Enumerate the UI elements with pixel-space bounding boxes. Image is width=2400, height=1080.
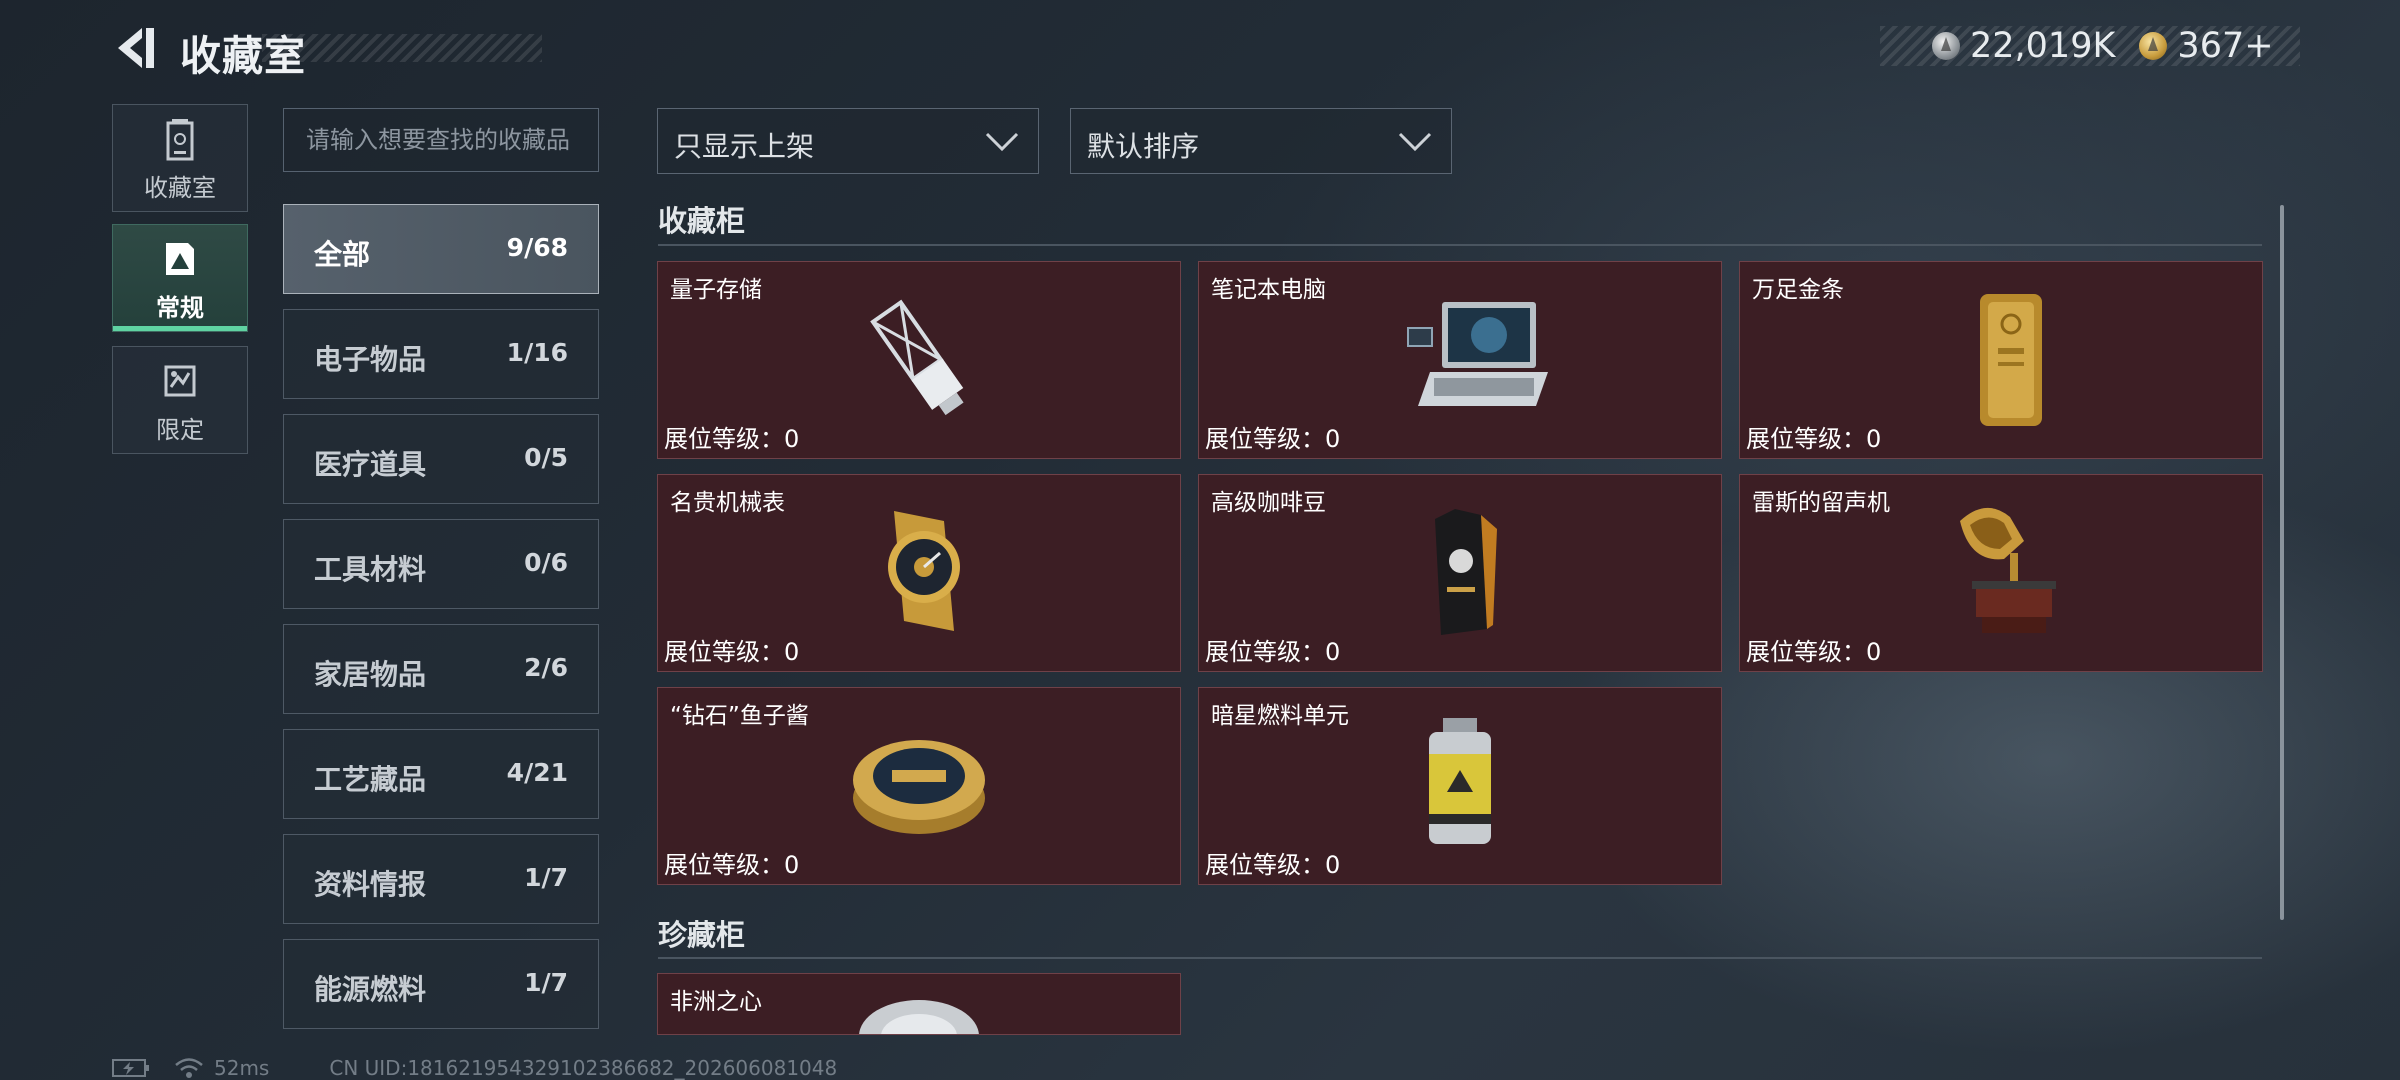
display-level: 展位等级：0 bbox=[664, 425, 800, 453]
category-count: 0/5 bbox=[524, 443, 568, 472]
category-intel[interactable]: 资料情报 1/7 bbox=[283, 834, 599, 924]
battery-icon bbox=[112, 1059, 149, 1077]
category-name: 电子物品 bbox=[314, 343, 427, 376]
laptop-icon bbox=[1407, 302, 1548, 406]
limited-icon bbox=[164, 365, 196, 397]
category-tools[interactable]: 工具材料 0/6 bbox=[283, 519, 599, 609]
section-divider bbox=[658, 244, 2262, 246]
collectible-card[interactable]: 量子存储 展位等级：0 bbox=[657, 261, 1181, 459]
item-name: 名贵机械表 bbox=[670, 490, 785, 516]
silver-coin-icon bbox=[1932, 32, 1960, 60]
collectible-card[interactable]: 雷斯的留声机 展位等级：0 bbox=[1739, 474, 2263, 672]
category-name: 医疗道具 bbox=[314, 448, 427, 481]
display-level: 展位等级：0 bbox=[664, 851, 800, 879]
section-title-cabinet: 收藏柜 bbox=[658, 204, 746, 238]
category-name: 工艺藏品 bbox=[314, 763, 427, 796]
collectible-card[interactable]: 高级咖啡豆 展位等级：0 bbox=[1198, 474, 1722, 672]
item-name: 笔记本电脑 bbox=[1211, 277, 1326, 303]
watch-icon bbox=[888, 511, 960, 631]
chevron-down-icon bbox=[985, 132, 1019, 152]
nav-vault-label: 收藏室 bbox=[144, 174, 216, 202]
collectible-card[interactable]: 暗星燃料单元 展位等级：0 bbox=[1198, 687, 1722, 885]
gold-currency-value[interactable]: 367+ bbox=[2177, 26, 2273, 66]
section-divider bbox=[658, 957, 2262, 959]
category-crafts[interactable]: 工艺藏品 4/21 bbox=[283, 729, 599, 819]
category-count: 1/7 bbox=[524, 968, 568, 997]
display-level: 展位等级：0 bbox=[664, 638, 800, 666]
category-count: 9/68 bbox=[506, 233, 568, 262]
item-name: 暗星燃料单元 bbox=[1211, 703, 1349, 729]
category-name: 能源燃料 bbox=[314, 973, 427, 1006]
item-name: 量子存储 bbox=[670, 277, 762, 303]
nav-regular[interactable]: 常规 bbox=[112, 224, 248, 332]
display-level: 展位等级：0 bbox=[1746, 425, 1882, 453]
collectible-card[interactable]: 名贵机械表 展位等级：0 bbox=[657, 474, 1181, 672]
page-title: 收藏室 bbox=[180, 32, 306, 80]
filter-dropdown[interactable]: 只显示上架 bbox=[657, 108, 1039, 174]
currency-bar: 22,019K 367+ bbox=[1880, 26, 2300, 66]
sort-dropdown[interactable]: 默认排序 bbox=[1070, 108, 1452, 174]
chevron-down-icon bbox=[1398, 132, 1432, 152]
picture-icon bbox=[166, 243, 194, 275]
status-footer: 52ms CN UID:1816219543291023866​82_20260… bbox=[112, 1056, 837, 1080]
ping-text: 52ms bbox=[214, 1056, 270, 1080]
back-arrow-icon[interactable] bbox=[112, 24, 158, 72]
scrollbar[interactable] bbox=[2280, 205, 2284, 920]
nav-regular-label: 常规 bbox=[156, 294, 204, 322]
search-input[interactable] bbox=[283, 108, 599, 172]
category-all[interactable]: 全部 9/68 bbox=[283, 204, 599, 294]
wifi-icon bbox=[175, 1058, 203, 1078]
category-count: 4/21 bbox=[506, 758, 568, 787]
collectible-card[interactable]: 非洲之心 bbox=[657, 973, 1181, 1035]
category-name: 全部 bbox=[314, 238, 371, 271]
category-medical[interactable]: 医疗道具 0/5 bbox=[283, 414, 599, 504]
display-level: 展位等级：0 bbox=[1205, 851, 1341, 879]
coffee-bag-icon bbox=[1435, 509, 1497, 635]
vault-icon bbox=[166, 119, 194, 161]
item-name: 万足金条 bbox=[1752, 277, 1844, 303]
active-indicator bbox=[113, 326, 247, 331]
section-title-treasure: 珍藏柜 bbox=[658, 918, 746, 952]
filter-dropdown-value: 只显示上架 bbox=[674, 130, 815, 163]
item-name: 高级咖啡豆 bbox=[1211, 490, 1326, 516]
display-level: 展位等级：0 bbox=[1205, 425, 1341, 453]
uid-text: CN UID:1816219543291023866​82_2026060810… bbox=[329, 1056, 838, 1080]
item-name: “钻石”鱼子酱 bbox=[670, 703, 809, 729]
category-count: 1/7 bbox=[524, 863, 568, 892]
category-name: 工具材料 bbox=[314, 553, 427, 586]
collectible-card[interactable]: 万足金条 展位等级：0 bbox=[1739, 261, 2263, 459]
category-energy[interactable]: 能源燃料 1/7 bbox=[283, 939, 599, 1029]
usb-drive-icon bbox=[870, 299, 964, 416]
nav-vault[interactable]: 收藏室 bbox=[112, 104, 248, 212]
category-count: 1/16 bbox=[506, 338, 568, 367]
fuel-cell-icon bbox=[1429, 718, 1491, 844]
nav-limited[interactable]: 限定 bbox=[112, 346, 248, 454]
display-level: 展位等级：0 bbox=[1205, 638, 1341, 666]
nav-limited-label: 限定 bbox=[156, 416, 204, 444]
collectible-card[interactable]: 笔记本电脑 展位等级：0 bbox=[1198, 261, 1722, 459]
display-level: 展位等级：0 bbox=[1746, 638, 1882, 666]
gold-bar-icon bbox=[1980, 294, 2042, 426]
category-name: 家居物品 bbox=[314, 658, 427, 691]
caviar-tin-icon bbox=[853, 740, 985, 834]
gramophone-icon bbox=[1960, 507, 2056, 633]
silver-currency-value: 22,019K bbox=[1970, 26, 2116, 66]
category-household[interactable]: 家居物品 2/6 bbox=[283, 624, 599, 714]
category-count: 2/6 bbox=[524, 653, 568, 682]
item-name: 雷斯的留声机 bbox=[1752, 490, 1890, 516]
category-count: 0/6 bbox=[524, 548, 568, 577]
diamond-icon bbox=[859, 1000, 979, 1034]
sort-dropdown-value: 默认排序 bbox=[1087, 130, 1200, 163]
item-name: 非洲之心 bbox=[670, 989, 762, 1015]
collectible-card[interactable]: “钻石”鱼子酱 展位等级：0 bbox=[657, 687, 1181, 885]
category-electronics[interactable]: 电子物品 1/16 bbox=[283, 309, 599, 399]
category-name: 资料情报 bbox=[314, 868, 427, 901]
